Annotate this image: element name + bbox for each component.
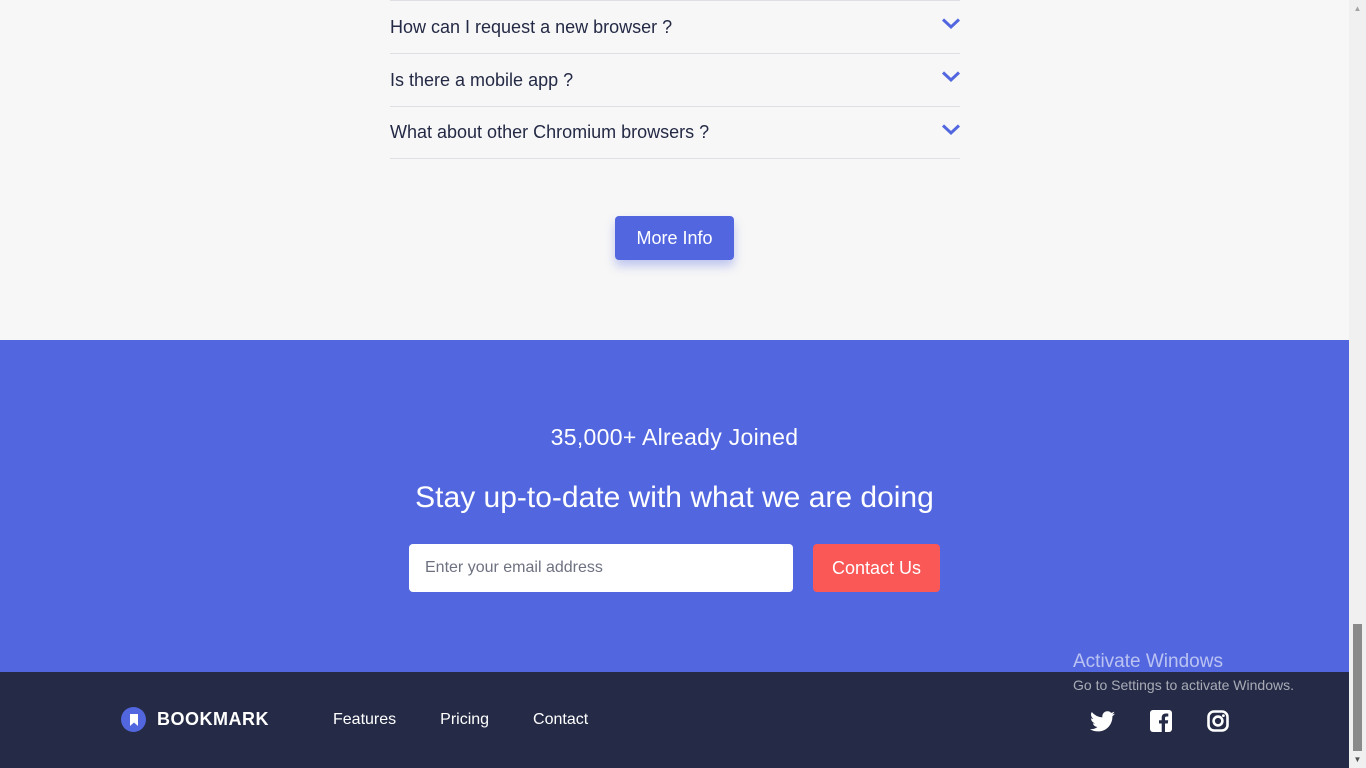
- newsletter-section: 35,000+ Already Joined Stay up-to-date w…: [0, 340, 1349, 672]
- faq-question: How can I request a new browser ?: [390, 16, 673, 37]
- bookmark-icon: [121, 707, 146, 732]
- vertical-scrollbar[interactable]: ▲ ▼: [1349, 0, 1366, 768]
- chevron-down-icon[interactable]: [942, 121, 960, 139]
- faq-item-request-browser[interactable]: How can I request a new browser ?: [390, 0, 960, 53]
- facebook-icon[interactable]: [1148, 708, 1174, 734]
- email-input[interactable]: [409, 544, 793, 592]
- faq-item-mobile-app[interactable]: Is there a mobile app ?: [390, 53, 960, 106]
- footer: BOOKMARK Features Pricing Contact: [0, 672, 1349, 768]
- scroll-down-arrow-icon[interactable]: ▼: [1349, 751, 1366, 768]
- footer-link-contact[interactable]: Contact: [533, 711, 588, 729]
- brand-name: BOOKMARK: [157, 709, 269, 729]
- more-info-button[interactable]: More Info: [615, 216, 734, 260]
- chevron-down-icon[interactable]: [942, 68, 960, 86]
- twitter-icon[interactable]: [1089, 708, 1115, 734]
- brand-logo[interactable]: BOOKMARK: [121, 707, 269, 732]
- contact-us-button[interactable]: Contact Us: [813, 544, 940, 592]
- scroll-up-arrow-icon[interactable]: ▲: [1349, 0, 1366, 17]
- faq-section: How can I request a new browser ? Is the…: [0, 0, 1349, 340]
- newsletter-title: Stay up-to-date with what we are doing: [415, 481, 934, 514]
- joined-count: 35,000+ Already Joined: [550, 424, 799, 450]
- footer-link-pricing[interactable]: Pricing: [440, 711, 489, 729]
- faq-list: How can I request a new browser ? Is the…: [390, 0, 960, 159]
- instagram-icon[interactable]: [1205, 708, 1231, 734]
- footer-nav: Features Pricing Contact: [333, 711, 632, 729]
- faq-question: What about other Chromium browsers ?: [390, 122, 710, 142]
- chevron-down-icon[interactable]: [942, 15, 960, 33]
- footer-link-features[interactable]: Features: [333, 711, 396, 729]
- faq-item-chromium[interactable]: What about other Chromium browsers ?: [390, 106, 960, 159]
- scrollbar-thumb[interactable]: [1353, 624, 1362, 751]
- faq-question: Is there a mobile app ?: [390, 69, 574, 90]
